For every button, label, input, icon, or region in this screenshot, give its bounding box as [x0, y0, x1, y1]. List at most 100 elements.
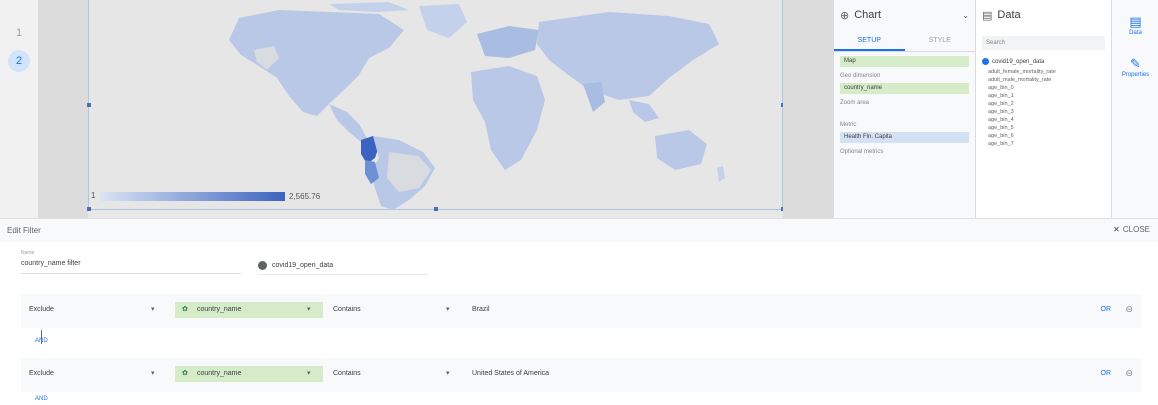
- or-button[interactable]: OR: [1101, 370, 1112, 377]
- rail-properties-button[interactable]: ✎ Properties: [1112, 56, 1158, 78]
- field-item[interactable]: age_bin_6: [988, 133, 1099, 139]
- metric-chip[interactable]: Health Fin. Capita: [840, 132, 969, 143]
- tab-style[interactable]: STYLE: [905, 30, 976, 51]
- page-1-button[interactable]: 1: [8, 22, 30, 44]
- chevron-down-icon[interactable]: ⌄: [962, 11, 969, 20]
- data-source-name: covid19_open_data: [992, 58, 1045, 65]
- page-2-button[interactable]: 2: [8, 50, 30, 72]
- map-new-zealand: [717, 166, 725, 182]
- close-icon: ✕: [1113, 225, 1120, 234]
- canvas-gutter-right: [783, 0, 833, 218]
- data-source-item[interactable]: covid19_open_data: [982, 58, 1105, 65]
- geo-dimension-label: Geo dimension: [840, 73, 881, 79]
- data-source-icon: [258, 261, 267, 270]
- globe-icon: ✿: [182, 370, 188, 377]
- operator-select[interactable]: Contains: [333, 370, 361, 377]
- table-icon: ▤: [982, 9, 993, 22]
- filter-clause: Exclude ▾ ✿ country_name ▾ Contains ▾ Un…: [21, 358, 1141, 392]
- operator-select[interactable]: Contains: [333, 306, 361, 313]
- map-north-america: [229, 10, 404, 116]
- include-exclude-select[interactable]: Exclude: [29, 306, 54, 313]
- text-cursor: [41, 330, 42, 344]
- map-australia: [655, 130, 707, 170]
- field-item[interactable]: age_bin_4: [988, 117, 1099, 123]
- delete-icon[interactable]: ⊖: [1125, 304, 1133, 315]
- map-arctic-islands: [329, 2, 409, 12]
- filter-name-label: Name: [21, 250, 35, 256]
- filter-value-input[interactable]: United States of America: [472, 370, 549, 377]
- resize-handle-left[interactable]: [87, 103, 91, 107]
- map-chart[interactable]: [87, 0, 785, 211]
- chevron-down-icon[interactable]: ▾: [151, 305, 155, 313]
- zoom-area-label: Zoom area: [840, 100, 870, 106]
- chevron-down-icon[interactable]: ▾: [151, 369, 155, 377]
- filter-data-source[interactable]: covid19_open_data: [258, 257, 428, 275]
- chart-type-chip[interactable]: Map: [840, 56, 969, 67]
- tab-setup[interactable]: SETUP: [834, 30, 905, 51]
- delete-icon[interactable]: ⊖: [1125, 368, 1133, 379]
- data-panel: ▤ Data Search covid19_open_data adult_fe…: [975, 0, 1111, 218]
- field-item[interactable]: adult_female_mortality_rate: [988, 69, 1099, 75]
- dimension-chip-label: country_name: [197, 370, 242, 377]
- filter-value-input[interactable]: Brazil: [472, 306, 490, 313]
- include-exclude-select[interactable]: Exclude: [29, 370, 54, 377]
- chevron-down-icon[interactable]: ▾: [307, 305, 311, 313]
- edit-filter-title: Edit Filter: [7, 226, 41, 235]
- legend-max-value: 2,565.76: [289, 192, 321, 201]
- world-map: [229, 2, 725, 210]
- filter-data-source-name: covid19_open_data: [272, 262, 334, 269]
- globe-icon: ✿: [182, 306, 188, 313]
- or-button[interactable]: OR: [1101, 306, 1112, 313]
- field-item[interactable]: adult_male_mortality_rate: [988, 77, 1099, 83]
- chevron-down-icon[interactable]: ▾: [446, 369, 450, 377]
- metric-label: Metric: [840, 122, 857, 128]
- map-se-asia: [629, 100, 659, 122]
- chart-panel-header[interactable]: ⊕ Chart ⌄: [834, 0, 975, 30]
- report-editor: 1 2 1 2,565.76 ⊕ Chart ⌄ SETUP STYLE Map…: [0, 0, 1158, 218]
- field-item[interactable]: age_bin_7: [988, 141, 1099, 147]
- chart-properties-panel: ⊕ Chart ⌄ SETUP STYLE Map Geo dimension …: [833, 0, 975, 218]
- field-item[interactable]: age_bin_3: [988, 109, 1099, 115]
- data-panel-header: ▤ Data: [976, 0, 1111, 30]
- resize-handle-bottom[interactable]: [434, 207, 438, 211]
- chart-panel-title: Chart: [854, 9, 882, 21]
- filter-name-input[interactable]: country_name filter: [21, 260, 241, 274]
- map-europe: [477, 26, 539, 58]
- right-rail: ▤ Data ✎ Properties: [1111, 0, 1158, 218]
- data-panel-title: Data: [997, 9, 1021, 21]
- dimension-chip[interactable]: ✿ country_name: [175, 366, 323, 382]
- search-input[interactable]: Search: [982, 36, 1105, 50]
- data-source-icon: [982, 58, 989, 65]
- map-asia: [537, 12, 719, 100]
- map-central-america: [329, 104, 367, 142]
- close-button[interactable]: ✕ CLOSE: [1113, 225, 1150, 234]
- database-icon: ▤: [1129, 14, 1142, 29]
- panel-tabs: SETUP STYLE: [834, 30, 975, 52]
- geo-dimension-chip[interactable]: country_name: [840, 83, 969, 94]
- close-label: CLOSE: [1122, 225, 1150, 234]
- field-item[interactable]: age_bin_5: [988, 125, 1099, 131]
- edit-filter-bar: Edit Filter ✕ CLOSE: [0, 218, 1158, 242]
- filter-clause: Exclude ▾ ✿ country_name ▾ Contains ▾ Br…: [21, 294, 1141, 328]
- map-india: [583, 82, 605, 112]
- pencil-icon: ✎: [1130, 56, 1141, 71]
- field-item[interactable]: age_bin_1: [988, 93, 1099, 99]
- optional-metrics-label: Optional metrics: [840, 149, 884, 155]
- chevron-down-icon[interactable]: ▾: [307, 369, 311, 377]
- resize-handle-bottom-left[interactable]: [87, 207, 91, 211]
- rail-data-label: Data: [1129, 30, 1142, 36]
- legend-min-value: 1: [91, 191, 96, 200]
- map-africa: [471, 66, 545, 170]
- color-legend-bar: [100, 192, 285, 201]
- dimension-chip-label: country_name: [197, 306, 242, 313]
- chart-type-icon: ⊕: [840, 9, 850, 22]
- map-greenland: [419, 4, 467, 38]
- field-item[interactable]: age_bin_2: [988, 101, 1099, 107]
- page-navigator: 1 2: [0, 0, 38, 218]
- dimension-chip[interactable]: ✿ country_name: [175, 302, 323, 318]
- field-item[interactable]: age_bin_0: [988, 85, 1099, 91]
- rail-properties-label: Properties: [1121, 72, 1150, 78]
- rail-data-button[interactable]: ▤ Data: [1112, 14, 1158, 36]
- chevron-down-icon[interactable]: ▾: [446, 305, 450, 313]
- and-button[interactable]: AND: [35, 396, 48, 402]
